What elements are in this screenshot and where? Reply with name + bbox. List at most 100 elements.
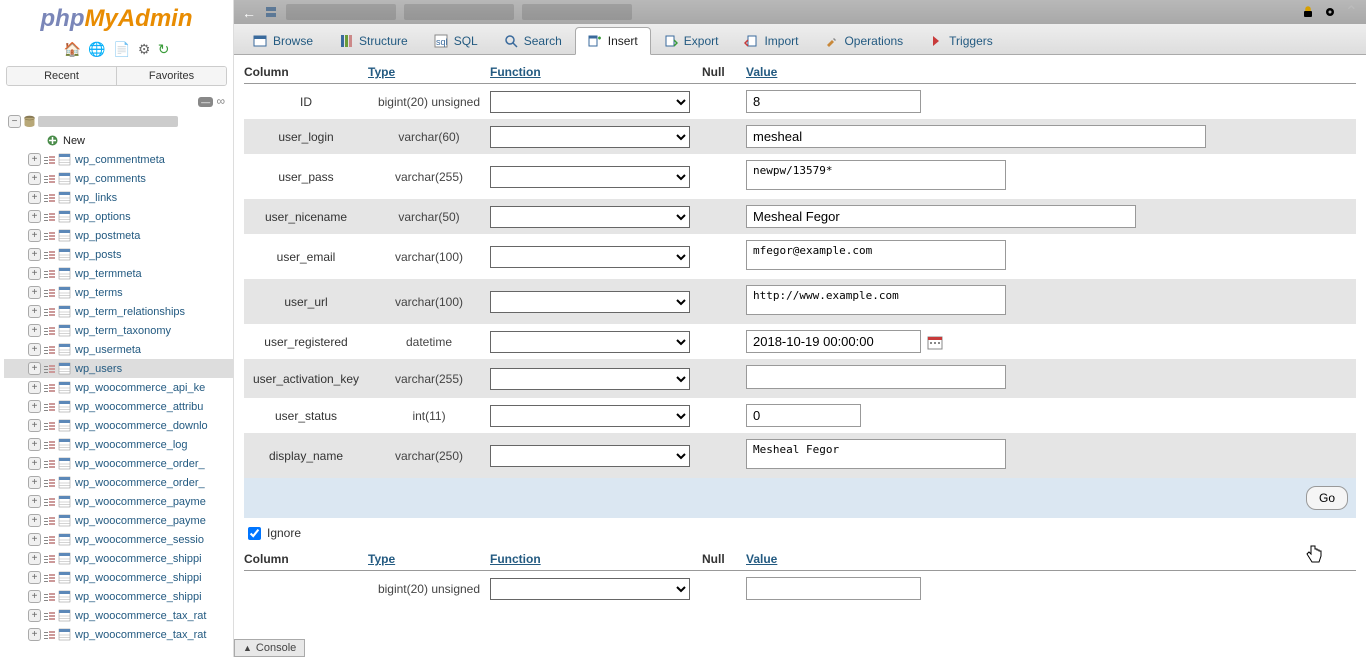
tab-structure[interactable]: Structure xyxy=(326,27,421,54)
function-select-ID[interactable] xyxy=(490,91,690,113)
table-node[interactable]: +wp_termmeta xyxy=(4,264,233,283)
table-node[interactable]: +wp_woocommerce_downlo xyxy=(4,416,233,435)
table-node[interactable]: +wp_postmeta xyxy=(4,226,233,245)
options-icon[interactable] xyxy=(43,628,56,641)
docs-icon[interactable]: 📄 xyxy=(113,41,130,58)
expand-icon[interactable]: + xyxy=(28,533,41,546)
function-select-user_activation_key[interactable] xyxy=(490,368,690,390)
expand-icon[interactable]: + xyxy=(28,210,41,223)
expand-icon[interactable]: + xyxy=(28,381,41,394)
sort-value[interactable]: Value xyxy=(746,552,1356,566)
value-input-user_registered[interactable] xyxy=(746,330,921,353)
value-input-ID[interactable] xyxy=(746,90,921,113)
function-select-display_name[interactable] xyxy=(490,445,690,467)
gear-icon[interactable] xyxy=(1323,5,1337,19)
table-node[interactable]: +wp_options xyxy=(4,207,233,226)
tab-sql[interactable]: sqlSQL xyxy=(421,27,491,54)
server-icon[interactable] xyxy=(264,5,278,19)
function-select-user_login[interactable] xyxy=(490,126,690,148)
expand-icon[interactable]: + xyxy=(28,172,41,185)
expand-icon[interactable]: + xyxy=(28,362,41,375)
expand-icon[interactable]: + xyxy=(28,400,41,413)
sort-type[interactable]: Type xyxy=(368,552,490,566)
options-icon[interactable] xyxy=(43,457,56,470)
function-select-user_email[interactable] xyxy=(490,246,690,268)
favorites-tab[interactable]: Favorites xyxy=(117,67,226,85)
value-input[interactable] xyxy=(746,577,921,600)
function-select-user_registered[interactable] xyxy=(490,331,690,353)
expand-icon[interactable]: + xyxy=(28,419,41,432)
table-node[interactable]: +wp_woocommerce_log xyxy=(4,435,233,454)
options-icon[interactable] xyxy=(43,191,56,204)
go-button[interactable]: Go xyxy=(1306,486,1348,510)
collapse-icon[interactable]: — xyxy=(198,97,213,107)
table-node[interactable]: +wp_woocommerce_api_ke xyxy=(4,378,233,397)
expand-icon[interactable]: + xyxy=(28,495,41,508)
table-node[interactable]: +wp_woocommerce_sessio xyxy=(4,530,233,549)
options-icon[interactable] xyxy=(43,267,56,280)
table-node[interactable]: +wp_woocommerce_shippi xyxy=(4,549,233,568)
lock-icon[interactable] xyxy=(1301,5,1315,19)
options-icon[interactable] xyxy=(43,172,56,185)
function-select-user_nicename[interactable] xyxy=(490,206,690,228)
new-table-link[interactable]: New xyxy=(4,131,233,150)
function-select-user_status[interactable] xyxy=(490,405,690,427)
options-icon[interactable] xyxy=(43,362,56,375)
table-node[interactable]: +wp_woocommerce_shippi xyxy=(4,587,233,606)
expand-icon[interactable]: + xyxy=(28,438,41,451)
expand-icon[interactable]: + xyxy=(28,324,41,337)
table-node[interactable]: +wp_comments xyxy=(4,169,233,188)
table-node[interactable]: +wp_terms xyxy=(4,283,233,302)
expand-icon[interactable]: + xyxy=(28,229,41,242)
expand-icon[interactable]: + xyxy=(28,476,41,489)
tab-import[interactable]: Import xyxy=(731,27,811,54)
options-icon[interactable] xyxy=(43,400,56,413)
table-node[interactable]: +wp_woocommerce_tax_rat xyxy=(4,606,233,625)
tab-operations[interactable]: Operations xyxy=(811,27,916,54)
logout-icon[interactable]: 🌐 xyxy=(88,41,105,58)
options-icon[interactable] xyxy=(43,609,56,622)
settings-icon[interactable]: ⚙ xyxy=(138,41,151,58)
expand-icon[interactable]: + xyxy=(28,628,41,641)
options-icon[interactable] xyxy=(43,343,56,356)
options-icon[interactable] xyxy=(43,533,56,546)
tab-browse[interactable]: Browse xyxy=(240,27,326,54)
back-icon[interactable]: ← xyxy=(242,5,256,19)
options-icon[interactable] xyxy=(43,552,56,565)
value-input-user_login[interactable] xyxy=(746,125,1206,148)
function-select-user_pass[interactable] xyxy=(490,166,690,188)
table-node[interactable]: +wp_commentmeta xyxy=(4,150,233,169)
function-select-user_url[interactable] xyxy=(490,291,690,313)
options-icon[interactable] xyxy=(43,476,56,489)
expand-icon[interactable]: + xyxy=(28,248,41,261)
options-icon[interactable] xyxy=(43,419,56,432)
expand-icon[interactable]: + xyxy=(28,267,41,280)
ignore-checkbox[interactable] xyxy=(248,527,261,540)
table-node[interactable]: +wp_term_taxonomy xyxy=(4,321,233,340)
sort-function[interactable]: Function xyxy=(490,552,702,566)
table-node[interactable]: +wp_woocommerce_attribu xyxy=(4,397,233,416)
table-node[interactable]: +wp_term_relationships xyxy=(4,302,233,321)
value-input-user_activation_key[interactable] xyxy=(746,365,1006,389)
options-icon[interactable] xyxy=(43,248,56,261)
options-icon[interactable] xyxy=(43,210,56,223)
expand-icon[interactable]: + xyxy=(28,552,41,565)
options-icon[interactable] xyxy=(43,381,56,394)
database-node[interactable]: − xyxy=(4,112,233,131)
options-icon[interactable] xyxy=(43,305,56,318)
expand-icon[interactable]: + xyxy=(28,153,41,166)
collapse-icon[interactable]: − xyxy=(8,115,21,128)
table-node[interactable]: +wp_woocommerce_order_ xyxy=(4,454,233,473)
options-icon[interactable] xyxy=(43,229,56,242)
table-node[interactable]: +wp_usermeta xyxy=(4,340,233,359)
table-node[interactable]: +wp_woocommerce_payme xyxy=(4,511,233,530)
expand-icon[interactable]: + xyxy=(28,609,41,622)
table-node[interactable]: +wp_woocommerce_order_ xyxy=(4,473,233,492)
sort-type[interactable]: Type xyxy=(368,65,490,79)
function-select[interactable] xyxy=(490,578,690,600)
phpmyadmin-logo[interactable]: phpMyAdmin xyxy=(0,0,233,38)
table-node[interactable]: +wp_links xyxy=(4,188,233,207)
home-icon[interactable]: 🏠 xyxy=(64,41,81,58)
options-icon[interactable] xyxy=(43,590,56,603)
table-node[interactable]: +wp_woocommerce_shippi xyxy=(4,568,233,587)
